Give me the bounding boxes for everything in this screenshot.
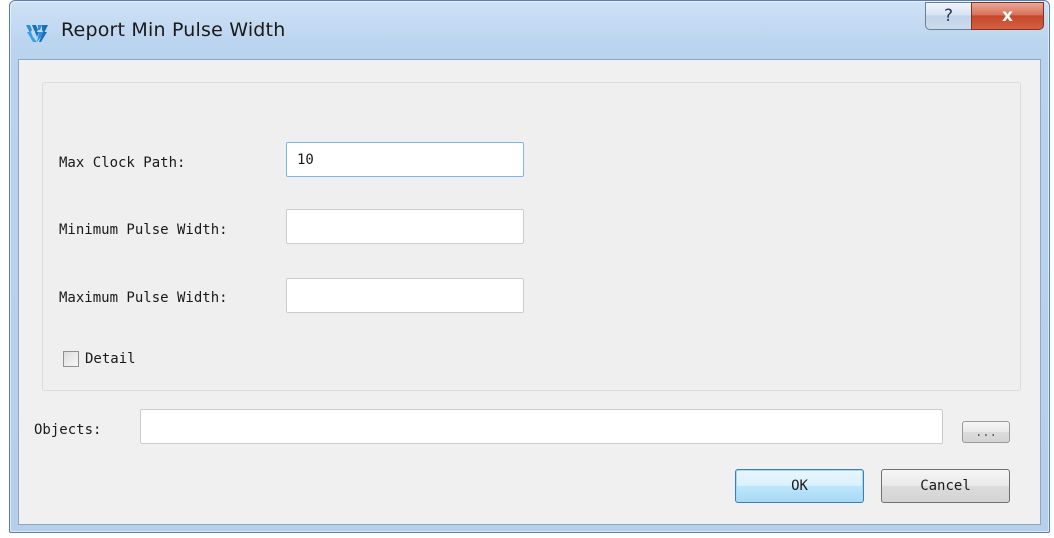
caption-buttons: ? x xyxy=(925,2,1044,30)
cancel-button[interactable]: Cancel xyxy=(881,469,1010,503)
dialog-window: Report Min Pulse Width ? x Max Clock Pat… xyxy=(9,0,1050,533)
close-icon: x xyxy=(1002,6,1013,26)
objects-input[interactable] xyxy=(140,409,943,444)
max-pulse-width-input[interactable] xyxy=(286,278,524,313)
min-pulse-width-label: Minimum Pulse Width: xyxy=(59,222,228,238)
options-group: Max Clock Path: Minimum Pulse Width: Max… xyxy=(42,82,1021,391)
browse-objects-button[interactable]: ... xyxy=(962,421,1010,443)
ok-button-label: OK xyxy=(791,478,808,494)
max-clock-path-label: Max Clock Path: xyxy=(59,155,186,171)
objects-label: Objects: xyxy=(34,422,102,438)
detail-checkbox[interactable] xyxy=(63,351,79,367)
min-pulse-width-input[interactable] xyxy=(286,209,524,244)
title-bar[interactable]: Report Min Pulse Width ? x xyxy=(10,1,1049,59)
dialog-client-area: Max Clock Path: Minimum Pulse Width: Max… xyxy=(18,59,1041,525)
app-logo-icon xyxy=(26,25,48,42)
ok-button[interactable]: OK xyxy=(735,469,864,503)
help-icon: ? xyxy=(943,6,954,26)
help-button[interactable]: ? xyxy=(925,2,971,30)
detail-label[interactable]: Detail xyxy=(85,351,136,367)
cancel-button-label: Cancel xyxy=(920,478,971,494)
max-clock-path-input[interactable] xyxy=(286,142,524,177)
max-pulse-width-label: Maximum Pulse Width: xyxy=(59,290,228,306)
browse-objects-label: ... xyxy=(975,425,997,439)
window-title: Report Min Pulse Width xyxy=(61,19,286,41)
close-button[interactable]: x xyxy=(971,2,1044,30)
